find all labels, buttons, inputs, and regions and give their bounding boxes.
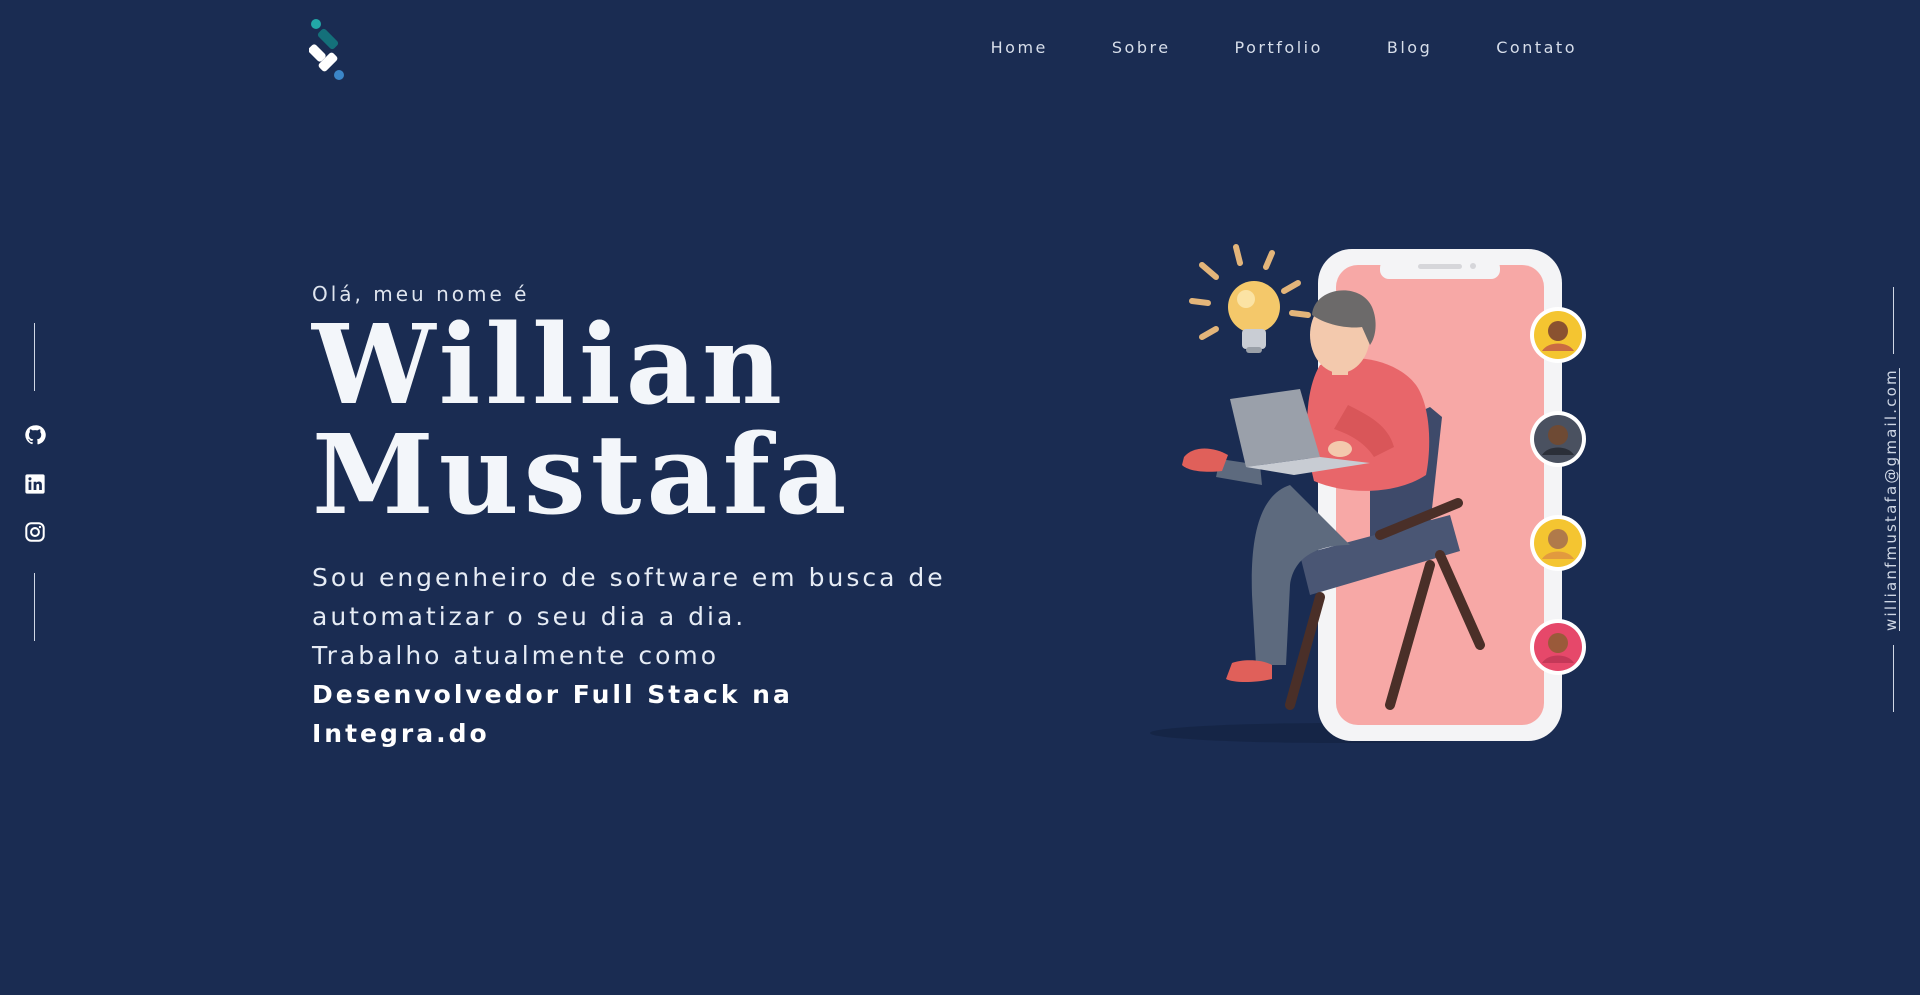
nav-blog[interactable]: Blog	[1387, 38, 1432, 57]
social-rail-line-bottom	[34, 573, 35, 641]
hero-section: Olá, meu nome é Willian Mustafa Sou enge…	[312, 282, 952, 753]
avatar-4	[1530, 619, 1586, 675]
social-rail-line-top	[34, 323, 35, 391]
nav-home[interactable]: Home	[991, 38, 1048, 57]
site-logo[interactable]	[308, 18, 349, 82]
nav-contato[interactable]: Contato	[1496, 38, 1577, 57]
linkedin-icon[interactable]	[23, 472, 47, 496]
email-rail-line-bottom	[1893, 645, 1894, 712]
email-link[interactable]: willianfmustafa@gmail.com	[1882, 368, 1906, 632]
nav-sobre[interactable]: Sobre	[1112, 38, 1171, 57]
avatar-2	[1530, 411, 1586, 467]
avatar-3	[1530, 515, 1586, 571]
avatar-1	[1530, 307, 1586, 363]
hero-bio: Sou engenheiro de software em busca de a…	[312, 558, 952, 753]
page: Home Sobre Portfolio Blog Contato willia…	[0, 0, 1920, 995]
email-rail-line-top	[1893, 287, 1894, 354]
hero-name: Willian Mustafa	[312, 310, 952, 530]
hero-first-name: Willian	[312, 300, 787, 429]
hero-bio-line1: Sou engenheiro de software em busca de a…	[312, 563, 946, 631]
hero-last-name: Mustafa	[312, 410, 852, 539]
main-nav: Home Sobre Portfolio Blog Contato	[991, 38, 1577, 57]
github-icon[interactable]	[23, 423, 47, 447]
nav-portfolio[interactable]: Portfolio	[1235, 38, 1323, 57]
hero-bio-prefix: Trabalho atualmente como	[312, 641, 720, 670]
hero-bio-role: Desenvolvedor Full Stack na Integra.do	[312, 680, 793, 748]
hero-illustration	[1140, 235, 1600, 745]
instagram-icon[interactable]	[23, 520, 47, 544]
